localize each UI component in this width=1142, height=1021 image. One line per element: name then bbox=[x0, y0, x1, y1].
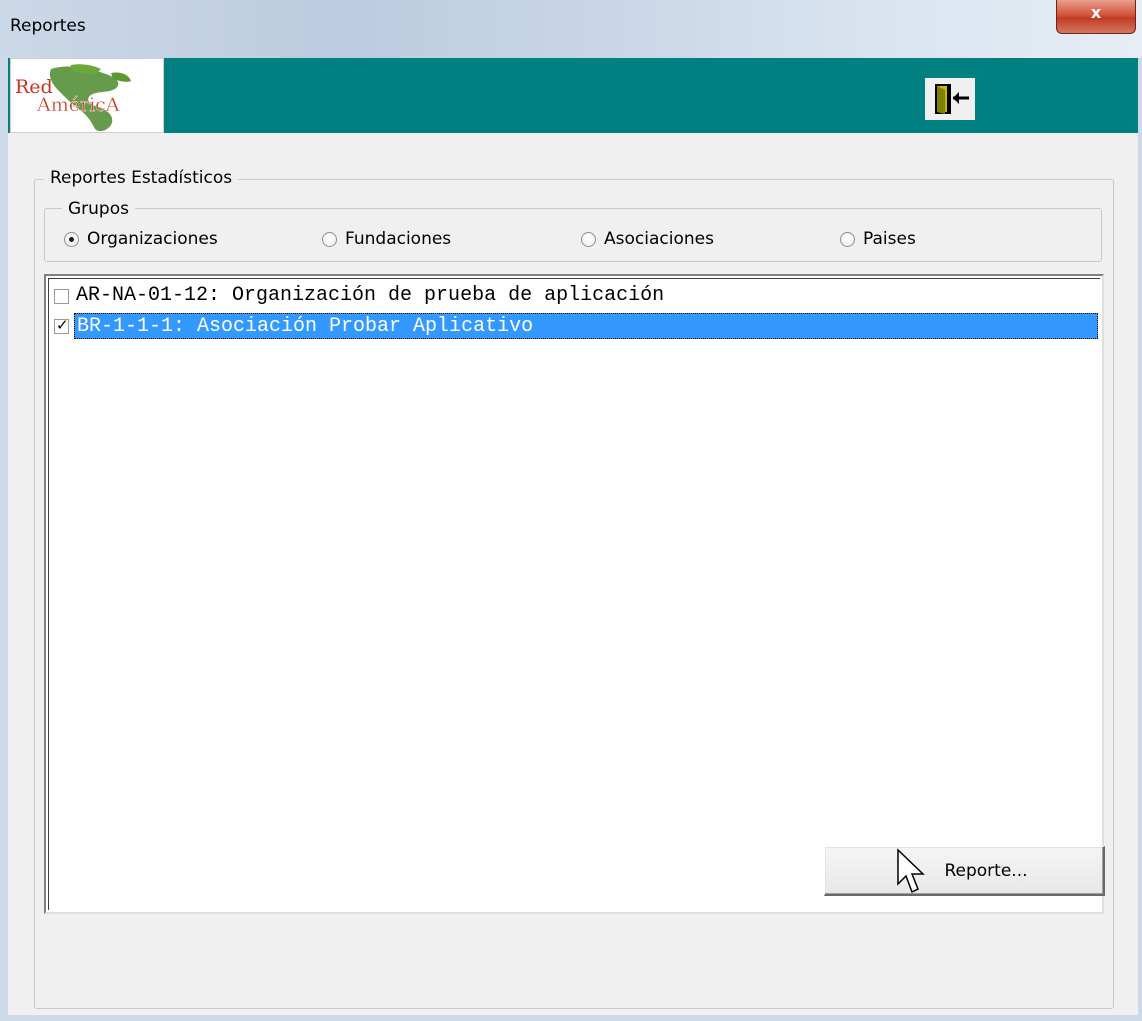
radio-button-icon[interactable] bbox=[840, 231, 855, 247]
radio-organizaciones[interactable]: Organizaciones bbox=[64, 227, 218, 251]
grupos-label: Grupos bbox=[62, 199, 135, 219]
exit-door-icon bbox=[935, 84, 969, 114]
checkbox-checked[interactable] bbox=[54, 316, 69, 334]
radio-label: Fundaciones bbox=[345, 229, 452, 249]
reporte-button[interactable]: Reporte... bbox=[824, 846, 1105, 896]
list-item-text: AR-NA-01-12: Organización de prueba de a… bbox=[76, 284, 665, 307]
close-icon: x bbox=[1090, 3, 1102, 22]
checklist-inner-border bbox=[48, 278, 1100, 910]
radio-button-icon[interactable] bbox=[64, 231, 79, 247]
radio-button-icon[interactable] bbox=[322, 231, 337, 247]
reportes-estadisticos-label: Reportes Estadísticos bbox=[44, 168, 239, 188]
radio-fundaciones[interactable]: Fundaciones bbox=[322, 227, 451, 251]
list-item-text: BR-1-1-1: Asociación Probar Aplicativo bbox=[74, 313, 1098, 339]
exit-button[interactable] bbox=[925, 78, 975, 120]
reporte-button-label: Reporte... bbox=[944, 860, 1028, 881]
radio-paises[interactable]: Paises bbox=[840, 227, 916, 251]
radio-label: Organizaciones bbox=[87, 229, 218, 249]
window-title-bar[interactable]: Reportes x bbox=[0, 0, 1142, 58]
radio-button-icon[interactable] bbox=[581, 231, 596, 247]
list-item[interactable]: AR-NA-01-12: Organización de prueba de a… bbox=[54, 282, 666, 310]
list-item-selected[interactable]: BR-1-1-1: Asociación Probar Aplicativo bbox=[54, 312, 1098, 340]
logo-text-america: AméricA bbox=[36, 94, 120, 116]
radio-label: Paises bbox=[863, 229, 916, 249]
entity-checklist[interactable]: AR-NA-01-12: Organización de prueba de a… bbox=[44, 274, 1104, 914]
radio-label: Asociaciones bbox=[604, 229, 714, 249]
checkbox-unchecked[interactable] bbox=[54, 288, 69, 304]
logo-map-graphic: Red AméricA bbox=[15, 64, 131, 132]
radio-asociaciones[interactable]: Asociaciones bbox=[581, 227, 714, 251]
redamerica-logo: Red AméricA bbox=[10, 58, 164, 133]
window-title: Reportes bbox=[10, 16, 86, 36]
close-button[interactable]: x bbox=[1056, 0, 1136, 34]
mouse-cursor-icon bbox=[897, 848, 925, 894]
